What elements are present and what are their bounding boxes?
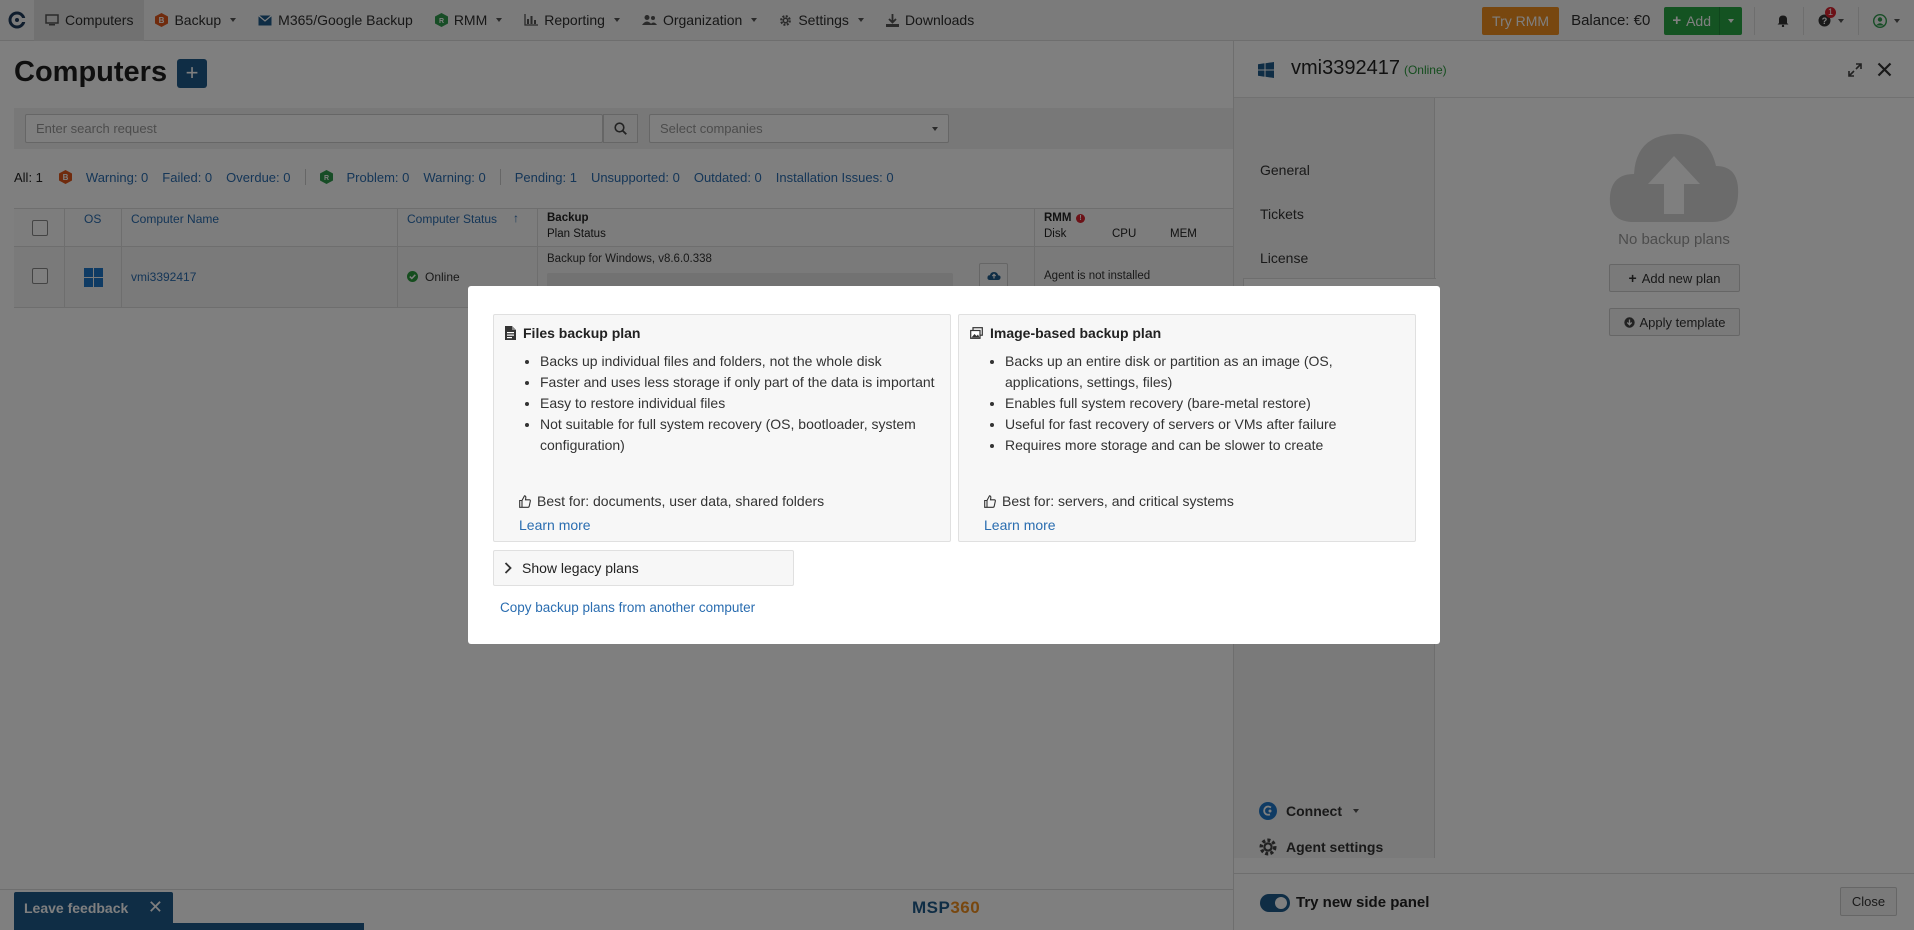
show-legacy-plans-toggle[interactable]: Show legacy plans xyxy=(493,550,794,586)
list-item: Easy to restore individual files xyxy=(540,393,940,414)
list-item: Requires more storage and can be slower … xyxy=(1005,435,1405,456)
files-plan-title: Files backup plan xyxy=(523,325,641,341)
show-legacy-plans-label: Show legacy plans xyxy=(522,560,639,576)
file-icon xyxy=(505,326,516,340)
image-backup-plan-card[interactable]: Image-based backup plan Backs up an enti… xyxy=(958,314,1416,542)
image-plan-best-for: Best for: servers, and critical systems xyxy=(1002,493,1234,509)
copy-backup-plans-link[interactable]: Copy backup plans from another computer xyxy=(500,600,755,615)
chevron-right-icon xyxy=(504,562,512,574)
files-plan-learn-more-link[interactable]: Learn more xyxy=(519,517,591,533)
image-plan-points: Backs up an entire disk or partition as … xyxy=(1005,351,1405,456)
backup-plan-type-dialog: Files backup plan Backs up individual fi… xyxy=(468,286,1440,644)
list-item: Backs up an entire disk or partition as … xyxy=(1005,351,1405,393)
list-item: Enables full system recovery (bare-metal… xyxy=(1005,393,1405,414)
images-icon xyxy=(970,327,983,339)
thumbs-up-icon xyxy=(984,494,996,508)
image-plan-title: Image-based backup plan xyxy=(990,325,1162,341)
files-plan-points: Backs up individual files and folders, n… xyxy=(540,351,940,456)
image-plan-learn-more-link[interactable]: Learn more xyxy=(984,517,1056,533)
files-plan-best-for: Best for: documents, user data, shared f… xyxy=(537,493,825,509)
list-item: Not suitable for full system recovery (O… xyxy=(540,414,940,456)
list-item: Faster and uses less storage if only par… xyxy=(540,372,940,393)
files-backup-plan-card[interactable]: Files backup plan Backs up individual fi… xyxy=(493,314,951,542)
thumbs-up-icon xyxy=(519,494,531,508)
list-item: Useful for fast recovery of servers or V… xyxy=(1005,414,1405,435)
list-item: Backs up individual files and folders, n… xyxy=(540,351,940,372)
